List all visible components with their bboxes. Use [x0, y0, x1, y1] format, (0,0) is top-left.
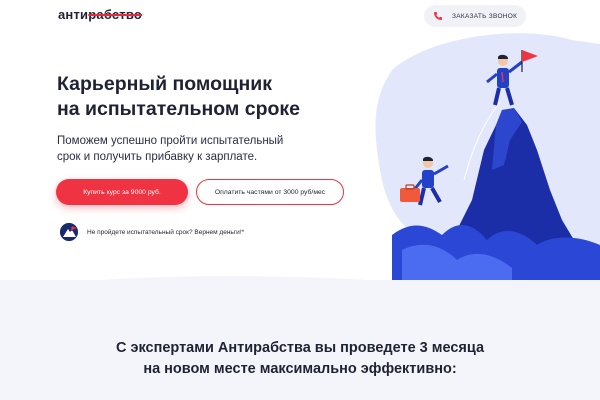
page-title-line-2: на испытательном сроке — [57, 98, 301, 120]
buy-course-button[interactable]: Купить курс за 9000 руб. — [56, 179, 188, 205]
order-call-label: ЗАКАЗАТЬ ЗВОНОК — [452, 12, 518, 20]
guarantee-text: Не пройдете испытательный срок? Вернем д… — [87, 228, 245, 236]
pay-installments-button[interactable]: Оплатить частями от 3000 руб/мес — [196, 179, 344, 205]
money-back-guarantee: Не пройдете испытательный срок? Вернем д… — [60, 223, 244, 241]
phone-icon — [433, 11, 443, 21]
logo-text-plain: анти — [58, 7, 89, 22]
order-call-button[interactable]: ЗАКАЗАТЬ ЗВОНОК — [424, 5, 526, 27]
hero-illustration — [372, 30, 600, 280]
section-heading: С экспертами Антирабства вы проведете 3 … — [60, 338, 540, 380]
logo-text-strike: рабство — [88, 7, 143, 22]
hero-subtitle: Поможем успешно пройти испытательный сро… — [57, 133, 317, 165]
page-title-line-1: Карьерный помощник — [57, 73, 272, 95]
logo[interactable]: антирабство — [58, 7, 142, 22]
hero-subtitle-line-1: Поможем успешно пройти испытательный — [57, 135, 284, 147]
section-heading-line-2: на новом месте максимально эффективно: — [143, 361, 457, 377]
page-title: Карьерный помощник на испытательном срок… — [57, 72, 377, 122]
hero-subtitle-line-2: срок и получить прибавку к зарплате. — [57, 151, 258, 163]
guarantee-badge-icon — [60, 223, 78, 241]
section-heading-line-1: С экспертами Антирабства вы проведете 3 … — [115, 340, 485, 356]
